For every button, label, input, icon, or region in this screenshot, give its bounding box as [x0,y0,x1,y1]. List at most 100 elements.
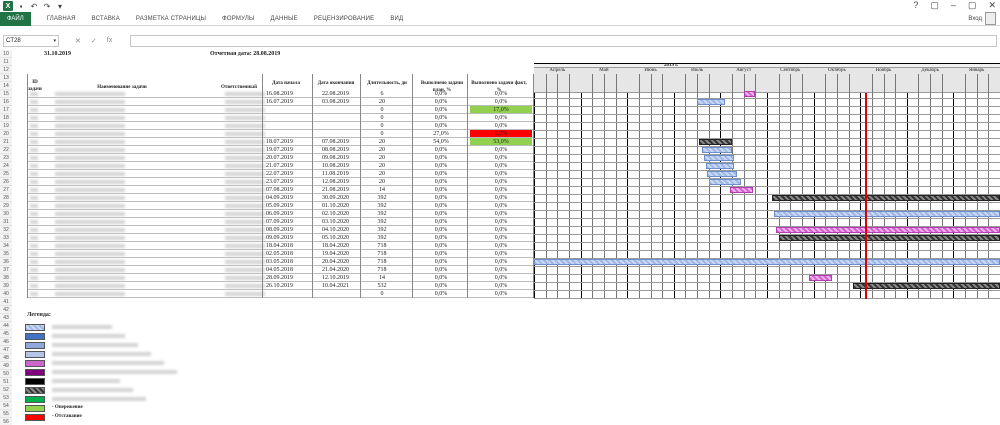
cell-dur[interactable]: 0 [362,290,402,298]
cell-dur[interactable]: 718 [362,250,402,258]
row-header[interactable]: 27 [0,186,12,194]
cell-start[interactable]: 05.09.2019 [266,202,310,210]
cell-plan[interactable]: 0,0% [416,218,466,226]
cell-dur[interactable]: 20 [362,178,402,186]
tab-formulas[interactable]: ФОРМУЛЫ [222,16,254,22]
cell-plan[interactable]: 0,0% [416,290,466,298]
row-header[interactable]: 31 [0,218,12,226]
row-header[interactable]: 52 [0,386,12,394]
row-header[interactable]: 32 [0,226,12,234]
row-header[interactable]: 51 [0,378,12,386]
cell-fact[interactable]: 0,0% [470,178,532,186]
cell-start[interactable]: 28.09.2019 [266,274,310,282]
cell-fact[interactable]: 0,0% [470,258,532,266]
gantt-bar[interactable] [808,275,833,281]
row-header[interactable]: 19 [0,122,12,130]
cell-plan[interactable]: 0,0% [416,154,466,162]
cell-fact[interactable]: 0,0% [470,218,532,226]
cell-plan[interactable]: 0,0% [416,258,466,266]
cell-start[interactable]: 07.09.2019 [266,218,310,226]
row-header[interactable]: 25 [0,170,12,178]
cell-fact[interactable]: 17,0% [470,106,532,113]
cell-start[interactable]: 16.08.2019 [266,90,310,98]
cell-fact[interactable]: 0,0% [470,98,532,106]
cell-start[interactable]: 18.07.2019 [266,138,310,146]
cell-fact[interactable]: 0,0% [470,130,532,137]
cell-dur[interactable]: 0 [362,114,402,122]
tab-insert[interactable]: ВСТАВКА [92,16,120,22]
row-header[interactable]: 10 [0,50,12,58]
cell-plan[interactable]: 0,0% [416,210,466,218]
cell-plan[interactable]: 0,0% [416,170,466,178]
cell-plan[interactable]: 0,0% [416,250,466,258]
row-header[interactable]: 26 [0,178,12,186]
cell-start[interactable]: 21.07.2019 [266,162,310,170]
row-header[interactable]: 35 [0,250,12,258]
gantt-bar[interactable] [771,195,1000,201]
row-header[interactable]: 56 [0,418,12,425]
cell-dur[interactable]: 718 [362,266,402,274]
save-icon[interactable]: ▪ [16,1,26,11]
cancel-icon[interactable]: ✕ [75,37,81,45]
row-header[interactable]: 38 [0,274,12,282]
row-header[interactable]: 15 [0,90,12,98]
row-header[interactable]: 18 [0,114,12,122]
row-header[interactable]: 11 [0,58,12,66]
cell-plan[interactable]: 0,0% [416,146,466,154]
cell-start[interactable]: 18.04.2018 [266,242,310,250]
cell-dur[interactable]: 20 [362,138,402,146]
row-header[interactable]: 30 [0,210,12,218]
row-header[interactable]: 50 [0,370,12,378]
row-header[interactable]: 20 [0,130,12,138]
cell-fact[interactable]: 0,0% [470,282,532,290]
row-header[interactable]: 28 [0,194,12,202]
cell-fact[interactable]: 0,0% [470,194,532,202]
row-header[interactable]: 43 [0,314,12,322]
row-header[interactable]: 16 [0,98,12,106]
help-icon[interactable]: ? [913,0,918,11]
cell-fact[interactable]: 0,0% [470,250,532,258]
cell-fact[interactable]: 0,0% [470,90,532,98]
gantt-bar[interactable] [699,139,733,145]
name-box[interactable]: CT28 ▾ [3,35,59,47]
row-header[interactable]: 45 [0,330,12,338]
cell-dur[interactable]: 392 [362,226,402,234]
cell-plan[interactable]: 0,0% [416,202,466,210]
gantt-bar[interactable] [707,171,737,177]
gantt-bar[interactable] [743,91,756,97]
cell-fact[interactable]: 0,0% [470,266,532,274]
cell-plan[interactable]: 0,0% [416,122,466,130]
row-header[interactable]: 55 [0,410,12,418]
cell-start[interactable]: 03.05.2018 [266,258,310,266]
cell-dur[interactable]: 718 [362,242,402,250]
row-header[interactable]: 47 [0,346,12,354]
cell-dur[interactable]: 392 [362,202,402,210]
cell-plan[interactable]: 0,0% [416,242,466,250]
tab-view[interactable]: ВИД [390,16,403,22]
formula-input[interactable] [130,35,997,47]
cell-start[interactable]: 07.08.2019 [266,186,310,194]
cell-dur[interactable]: 14 [362,274,402,282]
insert-function-icon[interactable]: fx [107,37,112,45]
cell-dur[interactable]: 20 [362,170,402,178]
row-header[interactable]: 29 [0,202,12,210]
maximize-icon[interactable]: ▢ [968,0,977,11]
cell-fact[interactable]: 0,0% [470,154,532,162]
cell-dur[interactable]: 0 [362,130,402,138]
cell-fact[interactable]: 53,0% [470,138,532,145]
cell-plan[interactable]: 0,0% [416,162,466,170]
cell-dur[interactable]: 532 [362,282,402,290]
cell-fact[interactable]: 0,0% [470,210,532,218]
gantt-bar[interactable] [773,211,1000,217]
worksheet[interactable]: 31.10.2019 Отчетная дата: 28.08.2019 ID … [12,50,1000,425]
row-header[interactable]: 37 [0,266,12,274]
row-header[interactable]: 40 [0,290,12,298]
cell-start[interactable]: 08.09.2019 [266,226,310,234]
cell-plan[interactable]: 0,0% [416,186,466,194]
cell-fact[interactable]: 0,0% [470,234,532,242]
cell-fact[interactable]: 0,0% [470,146,532,154]
cell-start[interactable]: 23.07.2019 [266,178,310,186]
cell-dur[interactable]: 20 [362,162,402,170]
row-header[interactable]: 42 [0,306,12,314]
gantt-bar[interactable] [704,155,735,161]
